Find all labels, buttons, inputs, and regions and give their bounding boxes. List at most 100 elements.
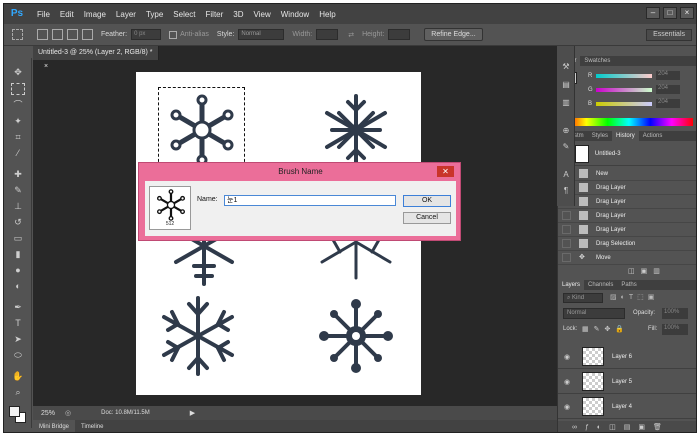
layers-footer-icons[interactable]: ∞ƒ◐◫▤▣🗑 [558, 421, 696, 432]
tab-timeline[interactable]: Timeline [75, 420, 109, 432]
menu-file[interactable]: File [37, 10, 50, 19]
workspace-switcher[interactable]: Essentials [646, 29, 692, 41]
layer-row[interactable]: ◉ Layer 6 [558, 345, 696, 369]
shape-tool-icon[interactable]: ⬭ [11, 349, 25, 361]
eraser-icon[interactable]: ▭ [11, 232, 25, 244]
menu-window[interactable]: Window [281, 10, 309, 19]
history-item[interactable]: Drag Layer [558, 209, 696, 223]
zoom-level[interactable]: 25% [41, 410, 55, 417]
history-item[interactable]: New [558, 167, 696, 181]
refine-edge-button[interactable]: Refine Edge... [424, 28, 483, 41]
properties-strip-icon[interactable]: ▤ [560, 80, 572, 90]
path-selection-icon[interactable]: ➤ [11, 333, 25, 345]
marquee-tool-icon[interactable] [11, 83, 25, 95]
healing-brush-icon[interactable]: ✚ [11, 168, 25, 180]
menu-image[interactable]: Image [84, 10, 106, 19]
eye-icon[interactable]: ◉ [564, 378, 574, 386]
cancel-button[interactable]: Cancel [403, 212, 451, 224]
history-snapshot[interactable]: ✎ Untitled-3 [558, 142, 696, 166]
marquee-tool-icon[interactable] [12, 29, 23, 40]
antialias-checkbox[interactable] [169, 30, 178, 39]
menu-layer[interactable]: Layer [116, 10, 136, 19]
eye-icon[interactable]: ◉ [564, 403, 574, 411]
lock-icons[interactable]: ▦✎✥🔒 [582, 325, 629, 333]
brush-tool-icon[interactable]: ✎ [11, 184, 25, 196]
menu-edit[interactable]: Edit [60, 10, 74, 19]
status-arrow-icon[interactable]: ▶ [190, 409, 195, 417]
color-spectrum[interactable] [565, 118, 693, 126]
brush-preset-strip-icon[interactable]: ✎ [560, 142, 572, 152]
crop-tool-icon[interactable]: ⌗ [11, 131, 25, 143]
tab-layers[interactable]: Layers [558, 280, 585, 290]
history-item[interactable]: Drag Layer [558, 195, 696, 209]
width-input[interactable] [316, 29, 339, 40]
maximize-icon[interactable]: □ [663, 7, 677, 19]
menu-select[interactable]: Select [173, 10, 195, 19]
minimize-icon[interactable]: – [646, 7, 660, 19]
layer-filter-kind[interactable]: ⌕ Kind [563, 293, 603, 303]
b-slider[interactable] [596, 102, 652, 106]
clone-stamp-icon[interactable]: ⊥ [11, 200, 25, 212]
magic-wand-icon[interactable]: ✦ [11, 115, 25, 127]
opacity-input[interactable]: 100% [662, 308, 688, 319]
pen-tool-icon[interactable]: ✒ [11, 301, 25, 313]
foreground-color-swatch[interactable] [9, 406, 20, 417]
tab-styles[interactable]: Styles [588, 131, 612, 141]
document-tab[interactable]: Untitled-3 @ 25% (Layer 2, RGB/8) * × [33, 46, 159, 70]
tab-history[interactable]: History [612, 131, 639, 141]
tab-channels[interactable]: Channels [584, 280, 617, 290]
history-item[interactable]: Drag Layer [558, 223, 696, 237]
close-icon[interactable]: × [680, 7, 694, 19]
eyedropper-icon[interactable]: ⁄ [11, 147, 25, 159]
g-slider[interactable] [596, 88, 652, 92]
fill-input[interactable]: 100% [662, 324, 688, 335]
history-item[interactable]: Drag Selection [558, 237, 696, 251]
layer-filter-icons[interactable]: ▨◐T⬚▣ [610, 293, 658, 301]
r-slider[interactable] [596, 74, 652, 78]
blend-mode-select[interactable]: Normal [563, 308, 625, 319]
history-brush-icon[interactable]: ↺ [11, 216, 25, 228]
tab-paths[interactable]: Paths [617, 280, 640, 290]
character-strip-icon[interactable]: A [560, 170, 572, 180]
tab-mini-bridge[interactable]: Mini Bridge [33, 420, 76, 432]
intersect-selection-icon[interactable] [82, 29, 93, 40]
eye-icon[interactable]: ◉ [564, 353, 574, 361]
name-label: Name: [197, 196, 218, 203]
dialog-close-button[interactable]: ✕ [437, 166, 454, 177]
history-footer-icons[interactable]: ◫▣▥ [628, 267, 666, 275]
style-select[interactable]: Normal [238, 29, 285, 40]
ok-button[interactable]: OK [403, 195, 451, 207]
history-item[interactable]: ✥ Move [558, 251, 696, 265]
status-menu-icon[interactable]: ◎ [65, 409, 71, 417]
paragraph-strip-icon[interactable]: ¶ [560, 186, 572, 196]
history-item[interactable]: Drag Layer [558, 181, 696, 195]
new-selection-icon[interactable] [37, 29, 48, 40]
type-tool-icon[interactable]: T [11, 317, 25, 329]
tab-swatches[interactable]: Swatches [580, 56, 614, 66]
layer-row[interactable]: ◉ Layer 4 [558, 395, 696, 419]
menu-type[interactable]: Type [146, 10, 163, 19]
add-selection-icon[interactable] [52, 29, 63, 40]
close-tab-icon[interactable]: × [44, 63, 48, 70]
swap-icon[interactable]: ⇄ [348, 31, 354, 39]
lasso-tool-icon[interactable]: ⌒ [11, 99, 25, 111]
zoom-tool-icon[interactable]: ⌕ [11, 386, 25, 398]
menu-3d[interactable]: 3D [233, 10, 243, 19]
menu-view[interactable]: View [254, 10, 271, 19]
subtract-selection-icon[interactable] [67, 29, 78, 40]
brushes-strip-icon[interactable]: ▥ [560, 98, 572, 108]
feather-input[interactable]: 0 px [131, 29, 162, 40]
move-tool-icon[interactable]: ✥ [11, 66, 25, 78]
tab-actions[interactable]: Actions [639, 131, 667, 141]
brush-name-input[interactable]: 눈1 [224, 195, 396, 206]
menu-filter[interactable]: Filter [206, 10, 224, 19]
clone-source-strip-icon[interactable]: ⊕ [560, 126, 572, 136]
blur-tool-icon[interactable]: ● [11, 264, 25, 276]
menu-help[interactable]: Help [319, 10, 335, 19]
gradient-tool-icon[interactable]: ▮ [11, 248, 25, 260]
dodge-tool-icon[interactable]: ◐ [11, 280, 25, 292]
hand-tool-icon[interactable]: ✋ [11, 370, 25, 382]
history-strip-icon[interactable]: ⚒ [560, 62, 572, 72]
height-input[interactable] [388, 29, 411, 40]
layer-row[interactable]: ◉ Layer 5 [558, 370, 696, 394]
